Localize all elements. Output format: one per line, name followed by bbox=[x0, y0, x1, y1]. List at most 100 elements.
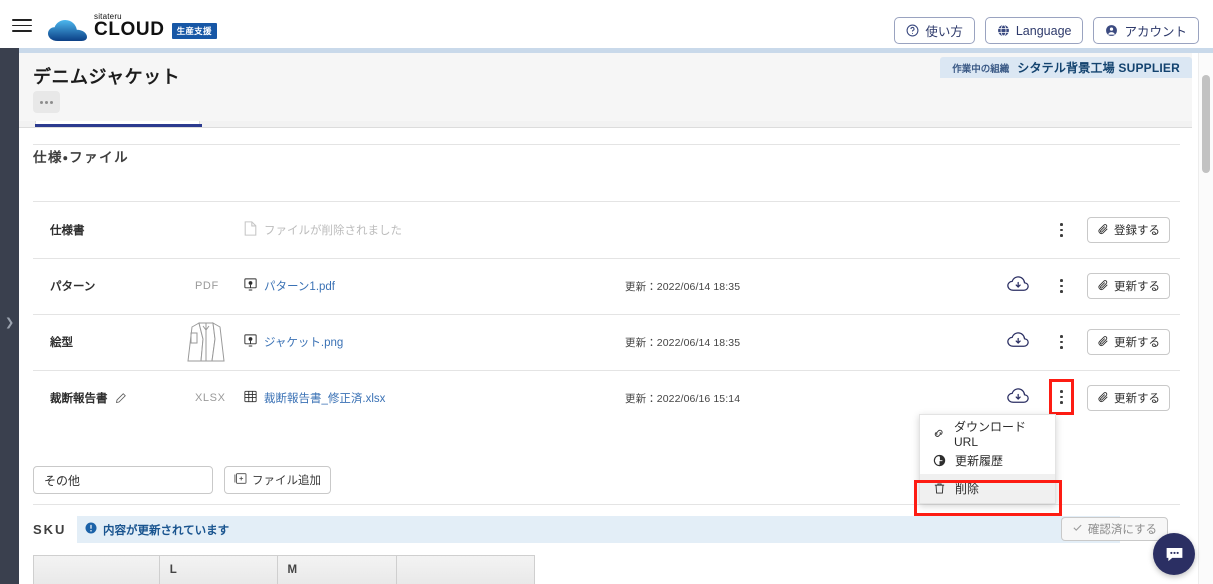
file-row-kebab-button[interactable] bbox=[1053, 328, 1070, 356]
chat-support-button[interactable] bbox=[1153, 533, 1195, 575]
hamburger-icon[interactable] bbox=[12, 19, 32, 32]
file-row-label: 仕様書 bbox=[50, 222, 85, 238]
update-file-button[interactable]: 更新する bbox=[1087, 273, 1170, 299]
header-actions: 使い方 Language アカウント bbox=[894, 17, 1199, 44]
file-name-cell: ジャケット.png bbox=[244, 334, 343, 350]
account-button[interactable]: アカウント bbox=[1093, 17, 1199, 44]
file-updated-date: 更新：2022/06/14 18:35 bbox=[625, 336, 741, 349]
link-icon bbox=[932, 427, 945, 440]
image-file-icon bbox=[244, 334, 257, 350]
menu-item-download-url-label: ダウンロードURL bbox=[954, 420, 1027, 449]
sku-alert: 内容が更新されています bbox=[77, 516, 240, 543]
org-banner-label: 作業中の組織 bbox=[952, 63, 1010, 75]
mark-confirmed-button-label: 確認済にする bbox=[1087, 524, 1157, 536]
table-row: 仕様書 ファイルが削除されました 登録する bbox=[19, 202, 1192, 258]
update-file-button-label: 更新する bbox=[1114, 281, 1160, 293]
sku-table-header-cell: L bbox=[160, 556, 278, 584]
current-organization-banner: 作業中の組織 シタテル背景工場 SUPPLIER bbox=[940, 57, 1192, 78]
file-name-link[interactable]: ジャケット.png bbox=[264, 334, 343, 350]
language-button[interactable]: Language bbox=[984, 17, 1084, 44]
left-nav-rail[interactable]: ❯ bbox=[0, 0, 19, 584]
section-title: 仕様・ファイル bbox=[33, 150, 130, 165]
file-name-text: ファイルが削除されました bbox=[264, 225, 402, 237]
file-row-kebab-button[interactable] bbox=[1053, 216, 1070, 244]
divider-top bbox=[33, 144, 1180, 145]
add-file-button[interactable]: ファイル追加 bbox=[224, 466, 331, 494]
help-circle-icon bbox=[906, 24, 919, 37]
app-root: ❯ sitateru CLOUD 生産支援 使い方 Language アカウント… bbox=[0, 0, 1213, 584]
sku-table-header: L M bbox=[33, 555, 535, 584]
file-name-link[interactable]: パターン1.pdf bbox=[264, 278, 335, 294]
table-row: 絵型 ジャケット.png 更新：2022/06/14 18:35 更新する bbox=[19, 314, 1192, 370]
account-button-label: アカウント bbox=[1124, 25, 1187, 39]
sku-table-header-cell: M bbox=[278, 556, 398, 584]
file-context-menu: ダウンロードURL 更新履歴 削除 bbox=[919, 414, 1056, 504]
add-image-icon bbox=[234, 472, 247, 488]
sku-table-header-cell bbox=[397, 556, 535, 584]
add-file-button-label: ファイル追加 bbox=[252, 475, 321, 487]
trash-icon bbox=[932, 482, 946, 495]
file-row-label-text: 裁断報告書 bbox=[50, 393, 108, 405]
tab-active-indicator bbox=[35, 124, 202, 127]
other-file-label-input[interactable] bbox=[33, 466, 213, 494]
edit-pencil-icon[interactable] bbox=[115, 392, 127, 404]
file-row-kebab-button-active[interactable] bbox=[1049, 379, 1074, 415]
divider-row-4 bbox=[33, 504, 1180, 505]
sku-section-header: SKU 内容が更新されています 確認済にする bbox=[19, 516, 1192, 546]
chat-bubble-icon bbox=[1166, 547, 1182, 561]
file-type-cell: XLSX bbox=[195, 392, 226, 404]
top-header-bar: sitateru CLOUD 生産支援 使い方 Language アカウント bbox=[0, 0, 1213, 48]
sku-alert-text: 内容が更新されています bbox=[103, 524, 230, 537]
jacket-sketch-thumbnail[interactable] bbox=[182, 319, 230, 365]
register-file-button[interactable]: 登録する bbox=[1087, 217, 1170, 243]
file-row-label-text: 絵型 bbox=[50, 337, 73, 349]
paperclip-icon bbox=[1097, 391, 1109, 406]
accent-strip bbox=[19, 48, 1213, 53]
table-row: パターン PDF パターン1.pdf 更新：2022/06/14 18:35 更… bbox=[19, 258, 1192, 314]
cloud-download-icon[interactable] bbox=[1007, 332, 1029, 354]
blank-file-icon bbox=[244, 221, 257, 239]
file-row-label-text: 仕様書 bbox=[50, 225, 85, 237]
cloud-logo-icon bbox=[48, 20, 87, 41]
paperclip-icon bbox=[1097, 279, 1109, 294]
info-icon bbox=[85, 522, 97, 537]
update-file-button[interactable]: 更新する bbox=[1087, 385, 1170, 411]
expand-rail-chevron-icon[interactable]: ❯ bbox=[5, 318, 14, 329]
help-button[interactable]: 使い方 bbox=[894, 17, 975, 44]
page-title: デニムジャケット bbox=[33, 67, 181, 87]
globe-icon bbox=[997, 24, 1010, 37]
file-name-link[interactable]: 裁断報告書_修正済.xlsx bbox=[264, 390, 385, 406]
cloud-download-icon[interactable] bbox=[1007, 276, 1029, 298]
history-icon bbox=[932, 454, 946, 467]
file-row-label-text: パターン bbox=[50, 281, 96, 293]
file-row-kebab-button[interactable] bbox=[1053, 272, 1070, 300]
menu-item-update-history-label: 更新履歴 bbox=[955, 454, 1004, 468]
file-name-cell: パターン1.pdf bbox=[244, 278, 335, 294]
file-type-cell: PDF bbox=[195, 280, 219, 292]
menu-item-delete[interactable]: 削除 bbox=[920, 474, 1055, 503]
vertical-scrollbar-thumb[interactable] bbox=[1202, 75, 1210, 173]
file-row-label: パターン bbox=[50, 278, 95, 294]
language-button-label: Language bbox=[1015, 23, 1072, 38]
brand-title: CLOUD bbox=[94, 19, 165, 40]
menu-item-download-url[interactable]: ダウンロードURL bbox=[920, 420, 1055, 449]
main-content: 仕様・ファイル 仕様書 ファイルが削除されました 登録する パターン PDF パ… bbox=[19, 128, 1192, 584]
brand-badge: 生産支援 bbox=[171, 23, 217, 39]
check-icon bbox=[1072, 522, 1083, 536]
update-file-button-label: 更新する bbox=[1114, 337, 1160, 349]
org-banner-name: シタテル背景工場 SUPPLIER bbox=[1017, 61, 1180, 75]
update-file-button[interactable]: 更新する bbox=[1087, 329, 1170, 355]
register-file-button-label: 登録する bbox=[1114, 225, 1160, 237]
mark-confirmed-button[interactable]: 確認済にする bbox=[1060, 517, 1168, 541]
help-button-label: 使い方 bbox=[925, 25, 963, 39]
page-more-actions-button[interactable] bbox=[33, 91, 60, 113]
brand-logo[interactable]: sitateru CLOUD 生産支援 bbox=[48, 8, 217, 41]
file-row-label: 絵型 bbox=[50, 334, 73, 350]
cloud-download-icon[interactable] bbox=[1007, 388, 1029, 410]
image-file-icon bbox=[244, 278, 257, 294]
file-updated-date: 更新：2022/06/16 15:14 bbox=[625, 392, 741, 405]
paperclip-icon bbox=[1097, 223, 1109, 238]
sku-table-header-cell bbox=[34, 556, 160, 584]
paperclip-icon bbox=[1097, 335, 1109, 350]
menu-item-update-history[interactable]: 更新履歴 bbox=[920, 447, 1055, 474]
